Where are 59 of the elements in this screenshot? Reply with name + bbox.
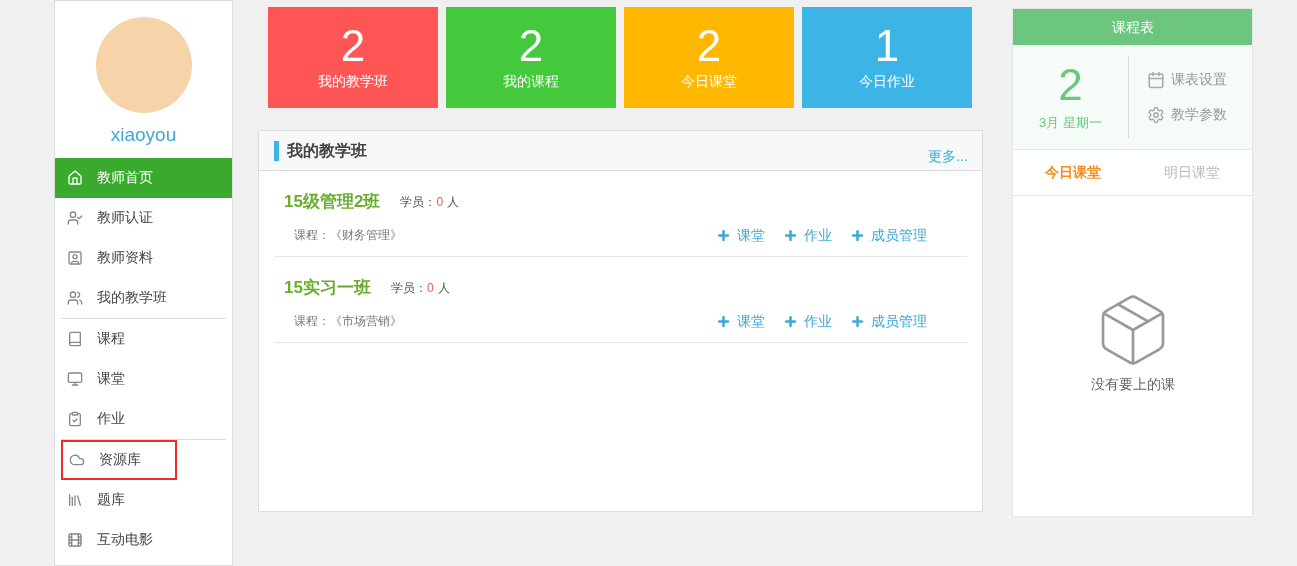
plus-icon <box>850 227 865 243</box>
schedule-link[interactable]: 课表设置 <box>1147 69 1227 90</box>
users-icon <box>67 289 83 306</box>
plus-icon <box>716 313 731 329</box>
title-accent <box>274 140 279 161</box>
empty-message: 没有要上的课 <box>1090 375 1175 394</box>
sidebar-item[interactable]: 题库 <box>55 479 232 520</box>
add-link[interactable]: 课堂 <box>716 310 765 332</box>
plus-icon <box>783 313 798 329</box>
stat-tile[interactable]: 2 我的课程 <box>446 7 616 108</box>
monitor-icon <box>67 370 83 387</box>
add-link[interactable]: 课堂 <box>716 224 765 246</box>
schedule-header: 课程表 <box>1013 9 1252 45</box>
add-link[interactable]: 成员管理 <box>850 310 927 332</box>
students-unit: 人 <box>437 279 450 297</box>
class-name[interactable]: 15实习一班 <box>284 275 371 301</box>
students-unit: 人 <box>447 193 460 211</box>
class-name[interactable]: 15级管理2班 <box>284 189 381 215</box>
add-link[interactable]: 成员管理 <box>850 224 927 246</box>
more-link[interactable]: 更多... <box>928 146 968 167</box>
sidebar-item[interactable]: 我的教学班 <box>55 277 232 318</box>
plus-icon <box>716 227 731 243</box>
calendar-icon <box>1147 70 1165 89</box>
schedule-link[interactable]: 教学参数 <box>1147 104 1227 125</box>
panel-title: 我的教学班 <box>287 140 367 161</box>
stat-tile[interactable]: 2 今日课堂 <box>624 7 794 108</box>
sidebar-item[interactable]: 教师首页 <box>55 157 232 198</box>
user-check-icon <box>67 209 83 226</box>
students-count: 0 <box>426 279 434 297</box>
students-count: 0 <box>436 193 444 211</box>
sidebar-item[interactable]: 互动电影 <box>55 519 232 560</box>
course-name: 课程：《财务管理》 <box>294 227 402 244</box>
sidebar-item[interactable]: 课程 <box>55 318 232 359</box>
film-icon <box>67 531 83 548</box>
clipboard-icon <box>67 410 83 427</box>
date-label: 3月 星期一 <box>1039 114 1102 133</box>
stat-tile[interactable]: 2 我的教学班 <box>268 7 438 108</box>
stat-tile[interactable]: 1 今日作业 <box>802 7 972 108</box>
sidebar-item[interactable]: 课堂 <box>55 358 232 399</box>
home-icon <box>67 169 83 186</box>
sidebar-item[interactable]: 教师资料 <box>55 237 232 278</box>
add-link[interactable]: 作业 <box>783 310 832 332</box>
username: xiaoyou <box>110 123 177 147</box>
students-label: 学员： <box>400 193 437 211</box>
plus-icon <box>850 313 865 329</box>
course-name: 课程：《市场营销》 <box>294 313 402 330</box>
day-number: 2 <box>1058 61 1083 110</box>
book-icon <box>67 330 83 347</box>
sidebar-item[interactable]: 教师认证 <box>55 197 232 238</box>
add-link[interactable]: 作业 <box>783 224 832 246</box>
students-label: 学员： <box>390 279 427 297</box>
schedule-tab[interactable]: 明日课堂 <box>1132 150 1252 195</box>
sidebar-item[interactable]: 资源库 <box>61 439 177 480</box>
plus-icon <box>783 227 798 243</box>
contact-card-icon <box>67 249 83 266</box>
settings-icon <box>1147 105 1165 124</box>
schedule-tab[interactable]: 今日课堂 <box>1013 150 1133 195</box>
sidebar-item[interactable]: 作业 <box>55 398 232 439</box>
books-icon <box>67 491 83 508</box>
